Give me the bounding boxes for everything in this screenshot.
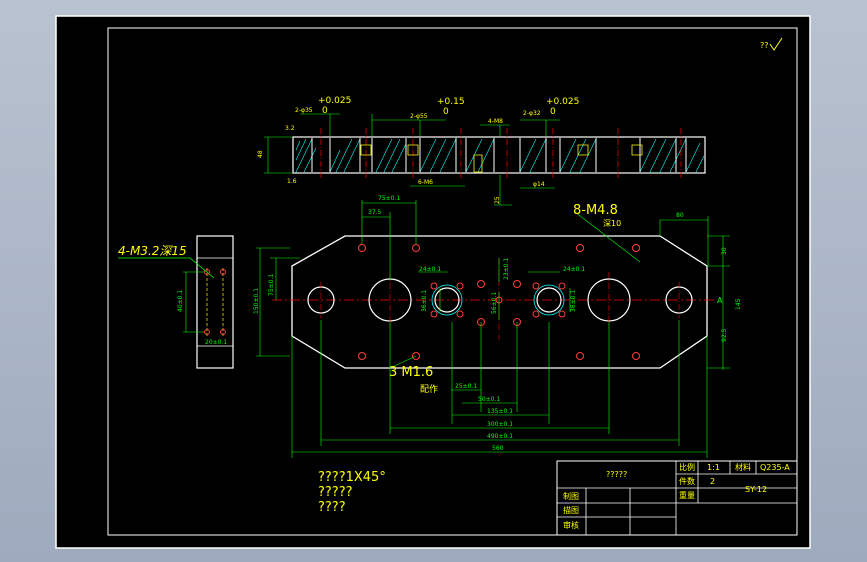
tb-weight-label: 重量 [679,490,695,500]
section-mark: A [717,296,723,305]
dim-25: 25±0.1 [455,383,477,390]
note-line-1: ????1X45° [318,470,386,485]
tb-checker-label: 描图 [563,505,579,515]
corner-mark: ?? [760,41,769,50]
tb-reviewer-label: 审核 [563,520,579,530]
callout-3m: 3 M1.6 [389,365,433,380]
dim-490: 490±0.1 [487,433,513,440]
dim-925: 92.5 [721,328,728,342]
tb-part-name: ????? [606,470,627,479]
side-dim-40: 40±0.1 [177,290,184,312]
dim-24a: 24±0.1 [419,266,441,273]
tb-material-value: Q235-A [760,463,790,472]
callout-8m: 8-M4.8 [573,203,618,218]
label-6m6: 6-M6 [418,179,433,186]
roughness-a: 3.2 [285,125,295,132]
tb-scale-value: 1:1 [707,463,720,472]
side-dim-20: 20±0.1 [205,339,227,346]
callout-left: 4-M3.2深15 [118,244,187,258]
label-2phi32: 2-φ32 [523,110,541,117]
dim-50: 50±0.1 [478,396,500,403]
note-line-3: ???? [318,500,346,515]
label-2phi55: 2-φ55 [410,113,428,120]
dim-36a: 36±0.1 [421,290,428,312]
tol-left-plus: +0.025 [318,96,351,106]
tol-right-zero: 0 [550,107,556,117]
tb-qty-value: 2 [710,477,715,486]
dim-150: 150±0.1 [253,288,260,314]
tb-designer-label: 制图 [563,491,579,501]
tol-mid-zero: 0 [443,107,449,117]
label-2phi35: 2-φ35 [295,107,313,114]
label-phi14: φ14 [533,181,545,188]
tb-material-label: 材料 [735,462,751,472]
drawing-sheet [55,15,811,549]
dim-56: 56±0.1 [491,292,498,314]
dim-560: 560 [492,445,504,452]
label-4m8: 4-M8 [488,118,503,125]
tol-right-plus: +0.025 [546,97,579,107]
dim-375: 37.5 [368,209,382,216]
dim-75: 75±0.1 [378,195,400,202]
dim-80: 80 [676,212,684,219]
tb-qty-label: 件数 [679,476,695,486]
dim-36b: 36±0.1 [570,290,577,312]
tb-drawing-no: SY-12 [745,485,767,494]
callout-peizuo: 配作 [420,383,438,395]
dim-23: 23±0.1 [503,258,510,280]
note-line-2: ????? [318,485,353,500]
dim-145: 145 [735,298,742,310]
roughness-b: 1.6 [287,178,297,185]
cad-drawing-canvas[interactable]: ?? +0.025 0 +0.15 0 +0.025 0 2-φ35 2-φ55… [0,0,867,562]
dim-135: 135±0.1 [487,408,513,415]
dim-30: 30 [721,247,728,255]
dim-754: 75±0.1 [268,274,275,296]
tb-scale-label: 比例 [679,462,695,472]
tol-mid-plus: +0.15 [437,97,465,107]
tol-left-zero: 0 [322,106,328,116]
dim-24b: 24±0.1 [563,266,585,273]
callout-8m-sub: 深10 [603,219,621,228]
cad-window: ?? +0.025 0 +0.15 0 +0.025 0 2-φ35 2-φ55… [0,0,867,562]
dim-300: 300±0.1 [487,421,513,428]
dim-height: 48 [257,150,264,158]
